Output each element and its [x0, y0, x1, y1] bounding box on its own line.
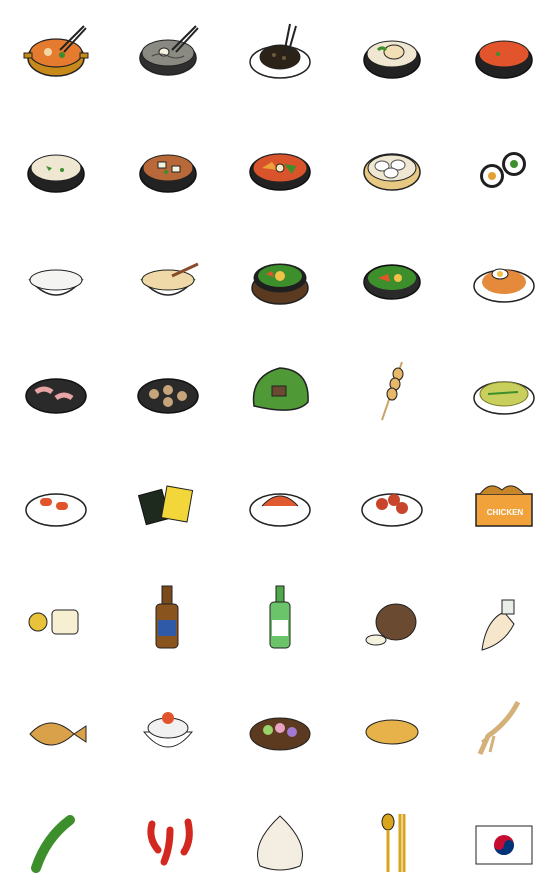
pancake-icon[interactable]: [448, 336, 560, 448]
chicken-box-label: CHICKEN: [486, 508, 524, 517]
soju-bottle-icon[interactable]: [224, 560, 336, 672]
spicy-red-stew-icon[interactable]: [448, 0, 560, 112]
dumplings-steamer-icon[interactable]: [336, 112, 448, 224]
spoon-chopsticks-icon[interactable]: [336, 784, 448, 896]
emoji-sticker-grid: CHICKEN: [0, 0, 560, 896]
kimbap-rolls-icon[interactable]: [448, 112, 560, 224]
soybean-paste-stew-icon[interactable]: [112, 112, 224, 224]
citron-tea-icon[interactable]: [0, 560, 112, 672]
bibimbap-bowl-icon[interactable]: [336, 224, 448, 336]
makgeolli-jar-icon[interactable]: [336, 560, 448, 672]
skewer-icon[interactable]: [336, 336, 448, 448]
kimchi-plate-icon[interactable]: [224, 448, 336, 560]
fish-shaped-bread-icon[interactable]: [0, 672, 112, 784]
pork-belly-grill-icon[interactable]: [0, 336, 112, 448]
red-peppers-icon[interactable]: [112, 784, 224, 896]
cheers-glass-hand-icon[interactable]: [448, 560, 560, 672]
lettuce-wrap-icon[interactable]: [224, 336, 336, 448]
cold-noodles-bowl-icon[interactable]: [112, 0, 224, 112]
ginseng-root-icon[interactable]: [448, 672, 560, 784]
green-pepper-icon[interactable]: [0, 784, 112, 896]
grilled-meat-pieces-icon[interactable]: [112, 336, 224, 448]
black-bean-noodles-plate-icon[interactable]: [224, 0, 336, 112]
tteokbokki-plate-icon[interactable]: [0, 448, 112, 560]
shaved-ice-dessert-icon[interactable]: [112, 672, 224, 784]
stone-pot-bibimbap-icon[interactable]: [224, 224, 336, 336]
fried-chicken-box-icon[interactable]: CHICKEN: [448, 448, 560, 560]
korean-flag-icon[interactable]: [448, 784, 560, 896]
garlic-bulb-icon[interactable]: [224, 784, 336, 896]
kimchi-fried-rice-icon[interactable]: [448, 224, 560, 336]
rice-porridge-icon[interactable]: [112, 224, 224, 336]
spicy-chicken-plate-icon[interactable]: [336, 448, 448, 560]
bone-broth-soup-icon[interactable]: [0, 112, 112, 224]
rice-bowl-icon[interactable]: [0, 224, 112, 336]
beer-bottle-icon[interactable]: [112, 560, 224, 672]
sweet-pancake-icon[interactable]: [336, 672, 448, 784]
rice-cakes-plate-icon[interactable]: [224, 672, 336, 784]
kimchi-stew-pot-icon[interactable]: [0, 0, 112, 112]
seaweed-snacks-icon[interactable]: [112, 448, 224, 560]
spicy-hot-pot-icon[interactable]: [224, 112, 336, 224]
ginseng-chicken-soup-icon[interactable]: [336, 0, 448, 112]
